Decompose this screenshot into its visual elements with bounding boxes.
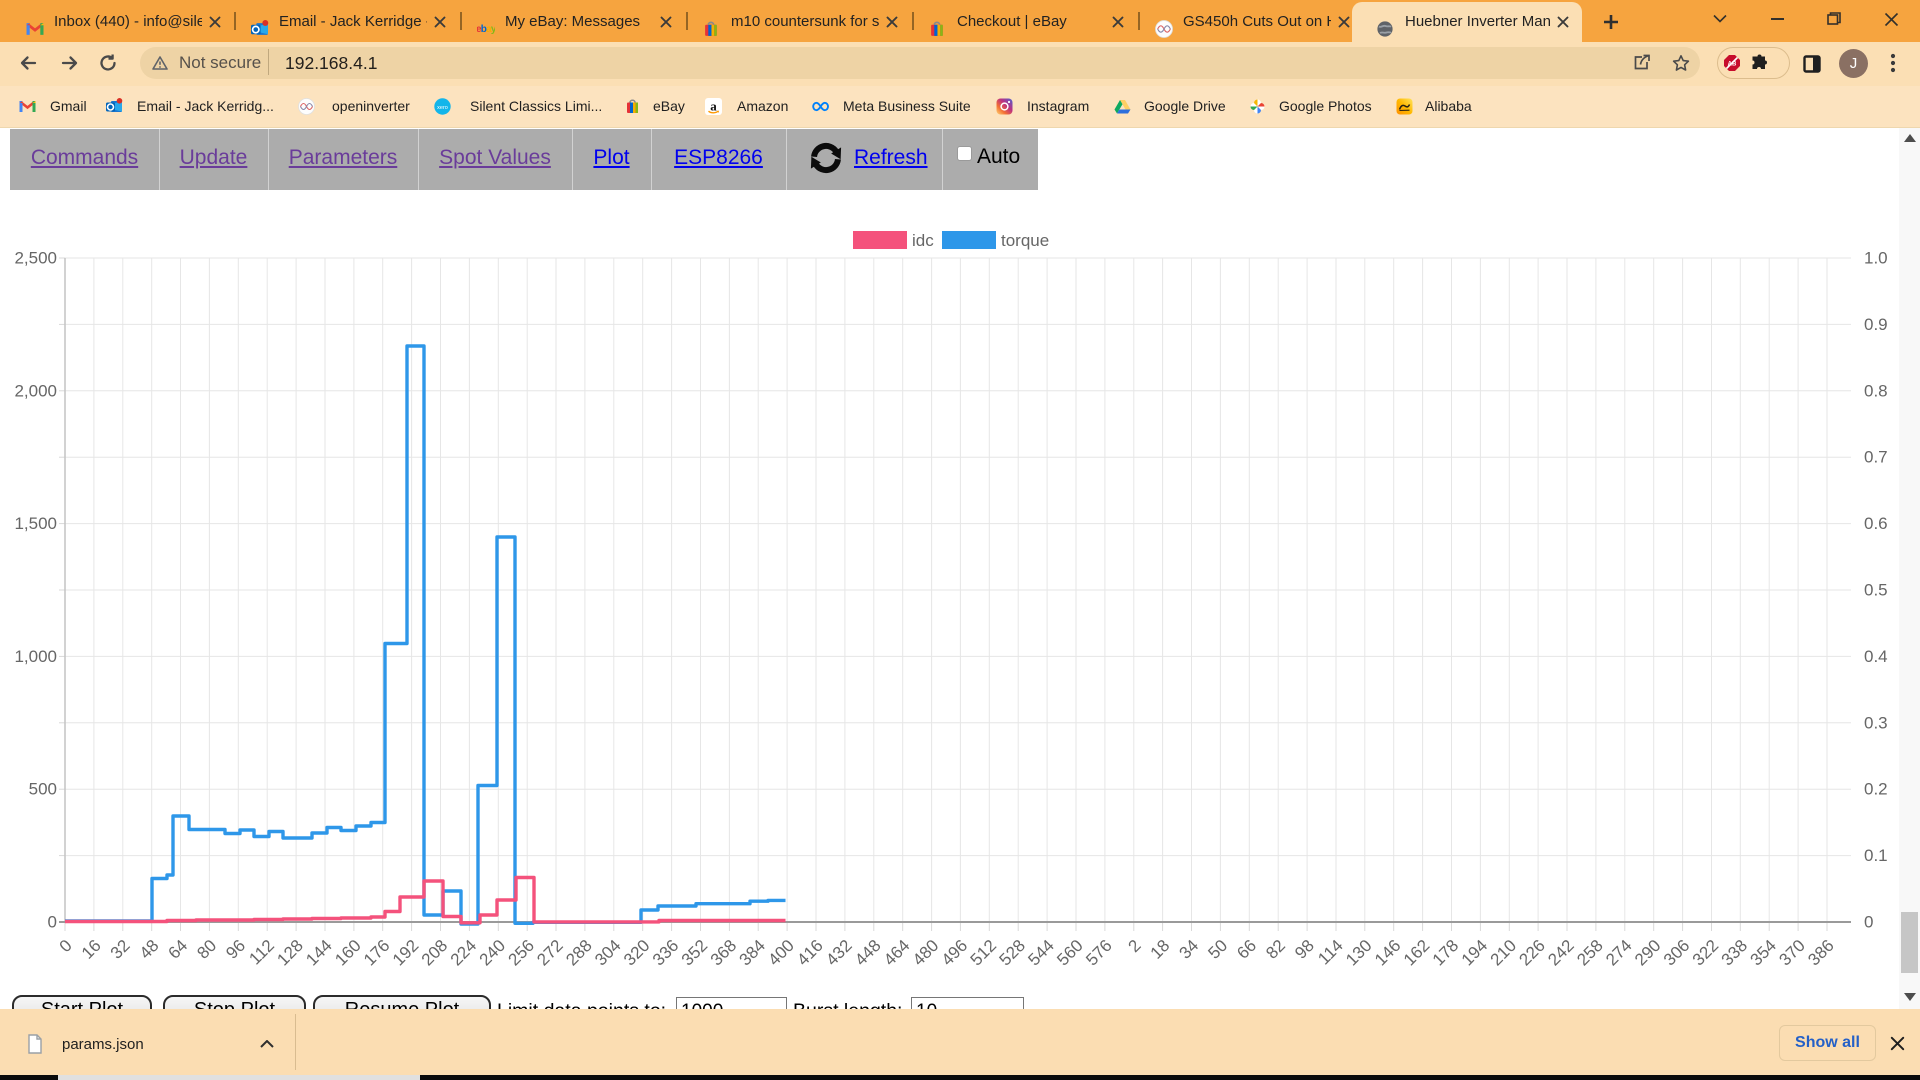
svg-text:160: 160 (331, 936, 364, 969)
svg-text:242: 242 (1544, 936, 1577, 969)
svg-text:224: 224 (447, 936, 480, 969)
svg-text:288: 288 (562, 936, 595, 969)
svg-text:306: 306 (1660, 936, 1693, 969)
svg-text:370: 370 (1775, 936, 1808, 969)
svg-text:18: 18 (1147, 936, 1174, 963)
svg-text:386: 386 (1804, 936, 1837, 969)
svg-text:1,500: 1,500 (14, 514, 57, 533)
svg-text:352: 352 (678, 936, 711, 969)
svg-text:0.7: 0.7 (1864, 448, 1888, 467)
svg-text:210: 210 (1487, 936, 1520, 969)
svg-text:128: 128 (273, 936, 306, 969)
svg-text:144: 144 (302, 936, 335, 969)
svg-text:416: 416 (793, 936, 826, 969)
svg-text:256: 256 (505, 936, 538, 969)
svg-text:368: 368 (707, 936, 740, 969)
svg-text:1,000: 1,000 (14, 647, 57, 666)
svg-text:338: 338 (1718, 936, 1751, 969)
svg-text:0: 0 (48, 913, 57, 932)
svg-text:32: 32 (107, 936, 134, 963)
svg-text:0: 0 (56, 936, 76, 956)
svg-text:a: a (710, 99, 717, 114)
svg-text:34: 34 (1176, 936, 1203, 963)
svg-text:194: 194 (1458, 936, 1491, 969)
svg-text:130: 130 (1342, 936, 1375, 969)
svg-text:240: 240 (476, 936, 509, 969)
svg-text:1.0: 1.0 (1864, 249, 1888, 268)
svg-text:512: 512 (967, 936, 1000, 969)
svg-text:162: 162 (1400, 936, 1433, 969)
svg-text:50: 50 (1204, 936, 1231, 963)
svg-text:2: 2 (1124, 936, 1144, 956)
svg-text:2,000: 2,000 (14, 381, 57, 400)
svg-text:AB: AB (1728, 62, 1737, 68)
svg-text:500: 500 (29, 780, 57, 799)
svg-text:96: 96 (222, 936, 249, 963)
svg-text:98: 98 (1291, 936, 1318, 963)
svg-text:208: 208 (418, 936, 451, 969)
svg-text:258: 258 (1573, 936, 1606, 969)
svg-text:448: 448 (851, 936, 884, 969)
svg-text:82: 82 (1262, 936, 1289, 963)
svg-text:384: 384 (736, 936, 769, 969)
svg-text:16: 16 (78, 936, 105, 963)
svg-text:2,500: 2,500 (14, 249, 57, 268)
svg-text:544: 544 (1024, 936, 1057, 969)
svg-text:176: 176 (360, 936, 393, 969)
svg-text:48: 48 (136, 936, 163, 963)
svg-text:336: 336 (649, 936, 682, 969)
svg-text:ebay: ebay (477, 24, 495, 35)
svg-text:480: 480 (909, 936, 942, 969)
svg-text:192: 192 (389, 936, 422, 969)
svg-text:226: 226 (1515, 936, 1548, 969)
svg-text:0.6: 0.6 (1864, 514, 1888, 533)
svg-text:0.3: 0.3 (1864, 713, 1888, 732)
svg-text:0.5: 0.5 (1864, 581, 1888, 600)
svg-text:400: 400 (764, 936, 797, 969)
svg-text:torque: torque (1001, 231, 1049, 250)
svg-text:496: 496 (938, 936, 971, 969)
svg-text:560: 560 (1053, 936, 1086, 969)
svg-text:114: 114 (1314, 936, 1347, 969)
svg-text:464: 464 (880, 936, 913, 969)
svg-text:112: 112 (245, 936, 278, 969)
svg-text:0.4: 0.4 (1864, 647, 1888, 666)
svg-text:0.1: 0.1 (1864, 846, 1888, 865)
svg-text:304: 304 (591, 936, 624, 969)
svg-text:274: 274 (1602, 936, 1635, 969)
svg-text:xero: xero (437, 105, 448, 111)
svg-text:64: 64 (165, 936, 192, 963)
svg-text:80: 80 (193, 936, 220, 963)
svg-text:272: 272 (533, 936, 566, 969)
svg-text:320: 320 (620, 936, 653, 969)
svg-text:322: 322 (1689, 936, 1722, 969)
svg-text:0.2: 0.2 (1864, 780, 1888, 799)
svg-text:66: 66 (1233, 936, 1260, 963)
svg-text:146: 146 (1371, 936, 1404, 969)
svg-text:0.9: 0.9 (1864, 315, 1888, 334)
svg-text:576: 576 (1082, 936, 1115, 969)
svg-text:idc: idc (912, 231, 934, 250)
svg-text:528: 528 (996, 936, 1029, 969)
svg-text:354: 354 (1747, 936, 1780, 969)
svg-text:0.8: 0.8 (1864, 381, 1888, 400)
svg-text:0: 0 (1864, 913, 1873, 932)
svg-text:432: 432 (822, 936, 855, 969)
svg-text:178: 178 (1429, 936, 1462, 969)
svg-text:290: 290 (1631, 936, 1664, 969)
